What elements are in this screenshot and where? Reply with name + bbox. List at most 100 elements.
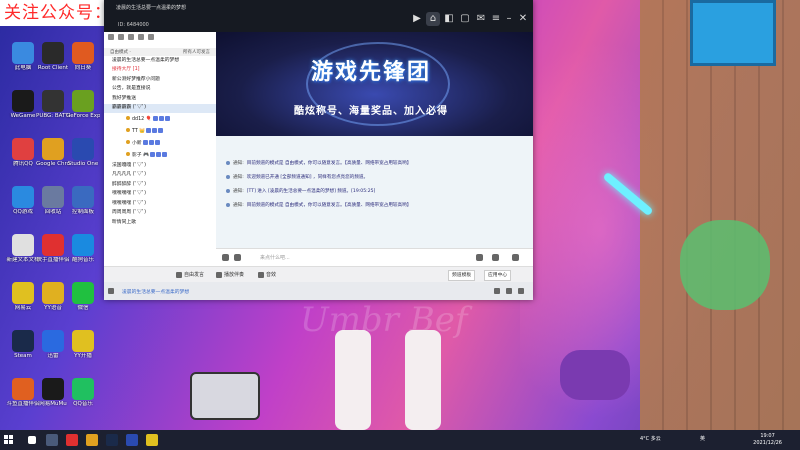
chat-input[interactable]: 来点什么吧... <box>260 254 290 261</box>
desktop-icon-label: 向日葵 <box>74 65 92 71</box>
desktop-icon[interactable]: 微信 <box>66 282 100 312</box>
mail-icon[interactable]: ✉ <box>474 12 488 26</box>
channel-item[interactable]: 接待大厅 [1] <box>104 66 216 76</box>
task-view-icon[interactable] <box>46 434 58 446</box>
desktop-icon[interactable]: PUBG: BATTLEGR... <box>36 90 70 120</box>
channel-member[interactable]: 影子 🎮 <box>104 149 216 161</box>
channel-item[interactable]: 新公测好梦推荐小问题 <box>104 75 216 85</box>
desktop-icon[interactable]: Google Chrome <box>36 138 70 168</box>
list-icon[interactable] <box>138 34 144 40</box>
desktop-icon[interactable]: Root Client <box>36 42 70 72</box>
app-icon-active[interactable] <box>146 434 158 446</box>
app-icon <box>12 42 34 64</box>
search-icon[interactable] <box>148 34 154 40</box>
sound-effect-button[interactable]: 音效 <box>258 271 276 278</box>
channel-item[interactable]: 嘿嘿嘿嘿 (ﾟ▽ﾟ) <box>104 199 216 209</box>
channel-member[interactable]: 小新 <box>104 137 216 149</box>
settings-icon[interactable]: ≡ <box>489 12 503 26</box>
channel-member[interactable]: TT 👑 <box>104 125 216 137</box>
desktop-icon[interactable]: 快手直播伴侣 <box>36 234 70 264</box>
play-accompany-button[interactable]: 播放伴奏 <box>216 271 244 278</box>
member-badge-icon <box>162 151 168 157</box>
desktop-icon[interactable]: 网易云 <box>6 282 40 312</box>
desktop-icon[interactable]: 腾讯QQ <box>6 138 40 168</box>
channel-item[interactable]: 凡凡凡凡 (ﾟ▽ﾟ) <box>104 171 216 181</box>
channel-item[interactable]: 凌晨的生活总要一点温柔的梦想 <box>104 56 216 66</box>
menu-icon[interactable] <box>108 288 114 294</box>
game-banner-ad[interactable]: 游戏先锋团 酷炫称号、海量奖品、加入必得 <box>216 32 533 136</box>
desktop-icon[interactable]: YY开播 <box>66 330 100 360</box>
clock-time: 19:07 <box>760 433 775 439</box>
desktop-icon[interactable]: 回收站 <box>36 186 70 216</box>
free-speech-mode[interactable]: 自由发言 <box>176 271 204 278</box>
ime-indicator[interactable]: 英 <box>700 435 705 442</box>
desktop-icon-label: 网易云 <box>14 305 32 311</box>
channel-item[interactable]: 法国嘎嘎 (ﾟ▽ﾟ) <box>104 161 216 171</box>
channel-label: 周周周周 (ﾟ▽ﾟ) <box>112 210 147 215</box>
desktop-icon[interactable]: 新建文本文档 <box>6 234 40 264</box>
desktop-icon[interactable]: 迅雷 <box>36 330 70 360</box>
app-icon-yy[interactable] <box>66 434 78 446</box>
member-badge-icon <box>158 115 164 121</box>
desktop-icon[interactable]: 酷狗音乐 <box>66 234 100 264</box>
message-text: 欢迎频道已开通 [全部频道通知] ，同样有您点亮您的频道。 <box>246 175 369 180</box>
minimize-icon[interactable]: – <box>502 12 516 26</box>
weather-readout[interactable]: 4°C 多云 <box>640 435 661 442</box>
desktop-icon[interactable]: Studio One <box>66 138 100 168</box>
user-icon[interactable] <box>108 34 114 40</box>
chat-settings-icon[interactable] <box>492 254 499 261</box>
channel-member[interactable]: dd12 🎈 <box>104 113 216 125</box>
app-icon-chrome[interactable] <box>86 434 98 446</box>
app-icon <box>72 138 94 160</box>
home-icon[interactable]: ⌂ <box>426 12 440 26</box>
desktop-icon[interactable]: 控制面板 <box>66 186 100 216</box>
room-name: 凌晨的生活总要一点温柔的梦想 <box>116 5 187 11</box>
wallpaper-text: Umbr Bef <box>300 300 468 340</box>
gamepad-icon[interactable] <box>222 254 229 261</box>
start-button[interactable] <box>4 435 14 445</box>
channel-item[interactable]: 霸霸霸霸 (ﾟ▽ﾟ) <box>104 103 216 113</box>
desktop-icon[interactable]: Steam <box>6 330 40 360</box>
gamepad-icon[interactable]: ◧ <box>442 12 456 26</box>
channel-item[interactable]: 嘿嘿嘿嘿 (ﾟ▽ﾟ) <box>104 190 216 200</box>
close-icon[interactable]: ✕ <box>516 12 530 26</box>
desktop-icon[interactable]: 斗鱼直播伴侣 <box>6 378 40 408</box>
channel-label: TT 👑 <box>132 128 146 134</box>
status-room-link[interactable]: 凌晨的生活总要一点温柔的梦想 <box>122 288 189 295</box>
app-icon <box>72 330 94 352</box>
desktop-icon[interactable]: 网易MuMu <box>36 378 70 408</box>
send-icon[interactable] <box>476 254 483 261</box>
favorite-icon[interactable] <box>118 34 124 40</box>
system-clock[interactable]: 19:07 2021/12/26 <box>753 433 782 447</box>
emoji-icon[interactable] <box>234 254 241 261</box>
desktop-icon[interactable]: QQ游戏 <box>6 186 40 216</box>
channel-item[interactable]: 我好梦推送 <box>104 94 216 104</box>
desktop-icon[interactable]: QQ音乐 <box>66 378 100 408</box>
apply-center-button[interactable]: 应用中心 <box>484 270 512 281</box>
play-icon[interactable]: ▶ <box>410 12 424 26</box>
desktop-icon[interactable]: WeGame <box>6 90 40 120</box>
mode-label[interactable]: 自由模式 · <box>110 49 131 55</box>
app-icon-steam[interactable] <box>106 434 118 446</box>
app-icon <box>72 90 94 112</box>
desktop-icon[interactable]: GeForce Experience <box>66 90 100 120</box>
channel-item[interactable]: 周周周周 (ﾟ▽ﾟ) <box>104 209 216 219</box>
app-icon <box>42 330 64 352</box>
app-icon-studio[interactable] <box>126 434 138 446</box>
channel-item[interactable]: 昕情同上歌 <box>104 218 216 228</box>
channel-item[interactable]: 醉醉醉醉 (ﾟ▽ﾟ) <box>104 180 216 190</box>
screen-icon[interactable] <box>506 288 512 294</box>
location-icon[interactable] <box>128 34 134 40</box>
desktop-icon[interactable]: 此电脑 <box>6 42 40 72</box>
channel-template-button[interactable]: 频道模板 <box>448 270 476 281</box>
desktop-icon[interactable]: 向日葵 <box>66 42 100 72</box>
desktop-icon[interactable]: YY语音 <box>36 282 70 312</box>
member-badge-icon <box>152 127 158 133</box>
app-icon <box>42 42 64 64</box>
channel-item[interactable]: 公告，就是直接说 <box>104 85 216 95</box>
search-icon[interactable] <box>28 436 36 444</box>
chat-icon[interactable]: ▢ <box>458 12 472 26</box>
video-icon[interactable] <box>494 288 500 294</box>
search-icon[interactable] <box>518 288 524 294</box>
message-icon[interactable] <box>512 254 519 261</box>
